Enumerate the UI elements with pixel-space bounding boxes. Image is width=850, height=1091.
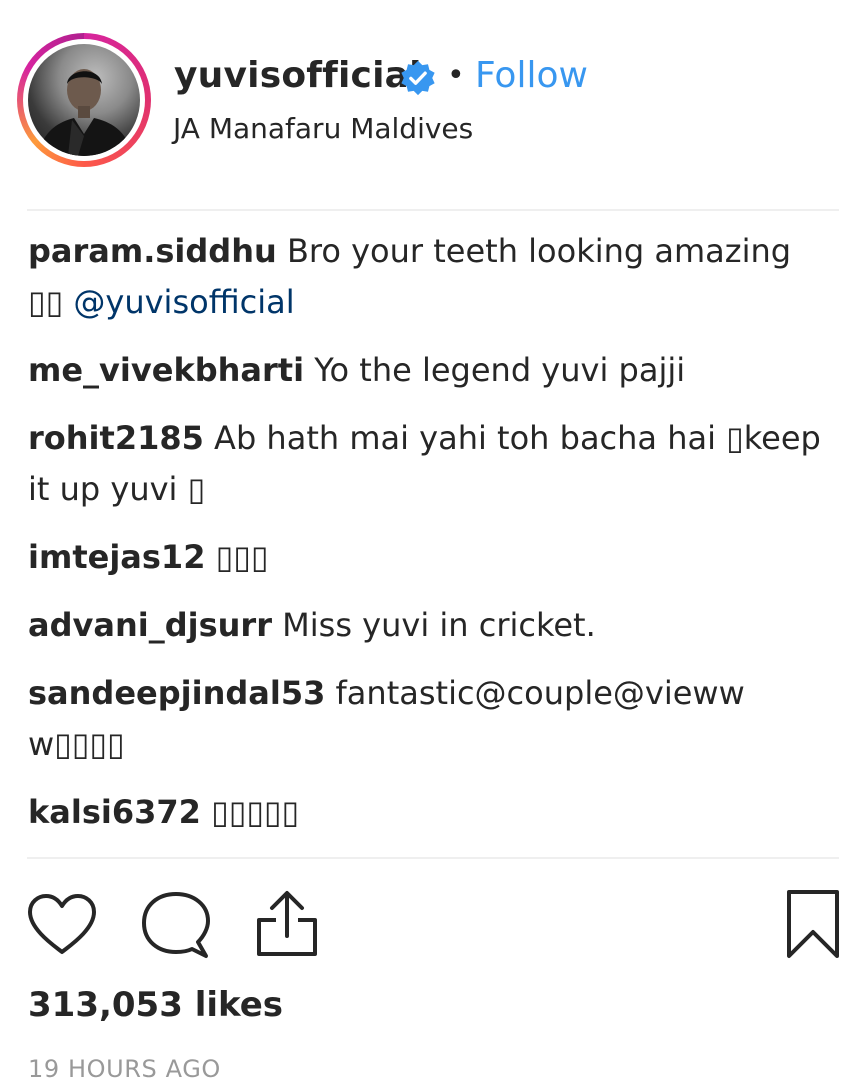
comment-list: param.siddhu Bro your teeth looking amaz… xyxy=(28,226,828,855)
username-link[interactable]: yuvisofficial xyxy=(174,55,422,96)
post-header: yuvisofficial • Follow JA Manafaru Maldi… xyxy=(0,0,850,200)
verified-badge-icon xyxy=(401,60,435,96)
likes-count[interactable]: 313,053 likes xyxy=(28,985,283,1025)
avatar-photo xyxy=(28,44,140,156)
comment-username[interactable]: imtejas12 xyxy=(28,538,205,576)
header-divider xyxy=(27,209,839,211)
comment-username[interactable]: me_vivekbharti xyxy=(28,351,304,389)
comment-text: ▯▯▯▯▯ xyxy=(200,793,300,831)
comment-username[interactable]: advani_djsurr xyxy=(28,606,272,644)
comment-item: kalsi6372 ▯▯▯▯▯ xyxy=(28,787,828,838)
person-silhouette-icon xyxy=(38,69,132,156)
comment-item: advani_djsurr Miss yuvi in cricket. xyxy=(28,600,828,651)
avatar-border xyxy=(23,39,145,161)
comment-username[interactable]: rohit2185 xyxy=(28,419,204,457)
heart-icon[interactable] xyxy=(26,892,98,958)
comment-item: sandeepjindal53 fantastic@couple@vieww w… xyxy=(28,668,828,770)
separator-dot: • xyxy=(447,58,465,93)
comment-text: Miss yuvi in cricket. xyxy=(271,606,596,644)
follow-button[interactable]: Follow xyxy=(475,55,588,96)
comment-text: ▯▯▯ xyxy=(205,538,269,576)
share-icon[interactable] xyxy=(254,888,320,960)
location-link[interactable]: JA Manafaru Maldives xyxy=(173,112,473,145)
comment-icon[interactable] xyxy=(138,890,214,960)
comment-item: imtejas12 ▯▯▯ xyxy=(28,532,828,583)
bookmark-icon[interactable] xyxy=(785,888,841,960)
comment-item: rohit2185 Ab hath mai yahi toh bacha hai… xyxy=(28,413,828,515)
comment-username[interactable]: param.siddhu xyxy=(28,232,277,270)
action-bar xyxy=(0,880,850,970)
post-timestamp[interactable]: 19 HOURS AGO xyxy=(28,1055,221,1083)
comment-item: param.siddhu Bro your teeth looking amaz… xyxy=(28,226,828,328)
comment-username[interactable]: sandeepjindal53 xyxy=(28,674,325,712)
comment-mention[interactable]: @yuvisofficial xyxy=(73,283,294,321)
avatar[interactable] xyxy=(17,33,151,167)
comment-username[interactable]: kalsi6372 xyxy=(28,793,201,831)
comment-item: me_vivekbharti Yo the legend yuvi pajji xyxy=(28,345,828,396)
actions-divider xyxy=(27,857,839,859)
comment-text: Yo the legend yuvi pajji xyxy=(304,351,686,389)
